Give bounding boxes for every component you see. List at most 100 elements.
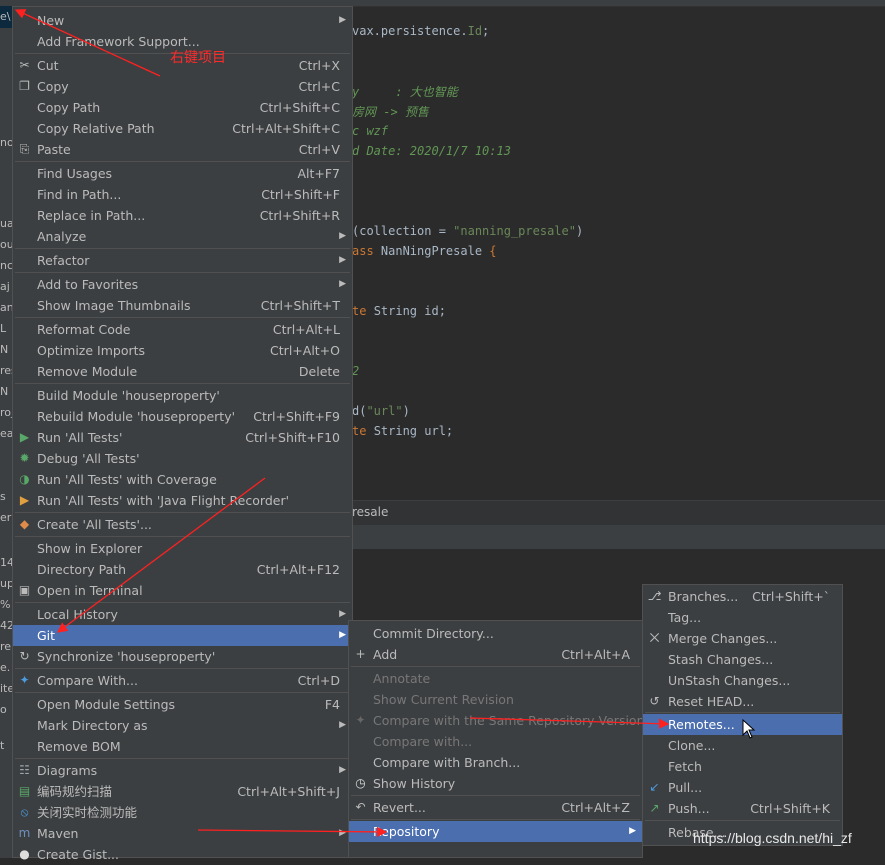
code-token: NanNingPresale bbox=[380, 244, 490, 258]
menu-item-shortcut: Ctrl+Alt+Shift+J bbox=[237, 784, 340, 799]
menu-separator bbox=[15, 758, 350, 759]
code-line: 房网 -> 预售 bbox=[352, 103, 429, 120]
menu-item-paste[interactable]: ⎘ Paste Ctrl+V bbox=[13, 139, 352, 160]
menu-item-local-history[interactable]: Local History ▶ bbox=[13, 604, 352, 625]
menu-item-label: Fetch bbox=[668, 759, 702, 774]
menu-item-rebuild-module-houseproperty[interactable]: Rebuild Module 'houseproperty' Ctrl+Shift… bbox=[13, 406, 352, 427]
menu-separator bbox=[15, 272, 350, 273]
project-tree-item[interactable]: an bbox=[0, 301, 12, 314]
project-tree-item[interactable]: ou bbox=[0, 238, 12, 251]
menu-item-reset-head[interactable]: ↺ Reset HEAD... bbox=[643, 691, 842, 712]
menu-item-add-to-favorites[interactable]: Add to Favorites ▶ bbox=[13, 274, 352, 295]
project-tree-item[interactable]: no bbox=[0, 136, 12, 149]
menu-item-pull[interactable]: ↙ Pull... bbox=[643, 777, 842, 798]
menu-item-tag[interactable]: Tag... bbox=[643, 607, 842, 628]
project-tree-item[interactable]: N bbox=[0, 343, 8, 356]
menu-item-compare-with-the-same-repository-version[interactable]: ✦ Compare with the Same Repository Versio… bbox=[349, 710, 644, 731]
submenu-arrow-icon: ▶ bbox=[339, 279, 346, 289]
project-tool-window[interactable]: e\nouaouncajanLNresNrojealser14up%42ree.… bbox=[0, 6, 12, 858]
menu-item-replace-in-path[interactable]: Replace in Path... Ctrl+Shift+R bbox=[13, 205, 352, 226]
menu-item-new[interactable]: New ▶ bbox=[13, 10, 352, 31]
menu-item-reformat-code[interactable]: Reformat Code Ctrl+Alt+L bbox=[13, 319, 352, 340]
menu-item-compare-with[interactable]: ✦ Compare With... Ctrl+D bbox=[13, 670, 352, 691]
submenu-arrow-icon: ▶ bbox=[339, 231, 346, 241]
menu-item-run-all-tests-with-coverage[interactable]: ◑ Run 'All Tests' with Coverage bbox=[13, 469, 352, 490]
project-tree-item[interactable]: L bbox=[0, 322, 6, 335]
menu-item-shortcut: Alt+F7 bbox=[297, 166, 340, 181]
menu-item-refactor[interactable]: Refactor ▶ bbox=[13, 250, 352, 271]
menu-item-remove-bom[interactable]: Remove BOM bbox=[13, 736, 352, 757]
menu-item-merge-changes[interactable]: ⨉ Merge Changes... bbox=[643, 628, 842, 649]
project-tree-item[interactable]: s bbox=[0, 490, 6, 503]
menu-item-label: Show in Explorer bbox=[37, 541, 143, 556]
menu-item-copy[interactable]: ❐ Copy Ctrl+C bbox=[13, 76, 352, 97]
menu-item-label: New bbox=[37, 13, 65, 28]
menu-item-copy-relative-path[interactable]: Copy Relative Path Ctrl+Alt+Shift+C bbox=[13, 118, 352, 139]
project-tree-item[interactable]: % bbox=[0, 598, 10, 611]
menu-item-git[interactable]: Git ▶ bbox=[13, 625, 352, 646]
menu-item-maven[interactable]: m Maven ▶ bbox=[13, 823, 352, 844]
submenu-arrow-icon: ▶ bbox=[629, 826, 636, 836]
project-tree-item[interactable]: 42 bbox=[0, 619, 12, 632]
branch-icon: ⎇ bbox=[647, 589, 662, 603]
menu-item-find-in-path[interactable]: Find in Path... Ctrl+Shift+F bbox=[13, 184, 352, 205]
project-tree-item[interactable]: t bbox=[0, 739, 4, 752]
menu-item-item[interactable]: ▤ 编码规约扫描 Ctrl+Alt+Shift+J bbox=[13, 781, 352, 802]
breadcrumb[interactable]: resale bbox=[352, 505, 388, 519]
menu-item-label: Directory Path bbox=[37, 562, 127, 577]
project-tree-item[interactable]: nc bbox=[0, 259, 12, 272]
project-tree-item[interactable]: e. bbox=[0, 661, 10, 674]
menu-item-open-in-terminal[interactable]: ▣ Open in Terminal bbox=[13, 580, 352, 601]
project-tree-item[interactable]: N bbox=[0, 385, 8, 398]
project-tree-item[interactable]: eal bbox=[0, 427, 12, 440]
menu-item-push[interactable]: ↗ Push... Ctrl+Shift+K bbox=[643, 798, 842, 819]
menu-item-commit-directory[interactable]: Commit Directory... bbox=[349, 623, 642, 644]
project-tree-item[interactable]: er bbox=[0, 511, 11, 524]
menu-item-optimize-imports[interactable]: Optimize Imports Ctrl+Alt+O bbox=[13, 340, 352, 361]
menu-item-run-all-tests[interactable]: ▶ Run 'All Tests' Ctrl+Shift+F10 bbox=[13, 427, 352, 448]
project-tree-item[interactable]: re bbox=[0, 640, 11, 653]
menu-item-branches[interactable]: ⎇ Branches... Ctrl+Shift+` bbox=[643, 586, 842, 607]
menu-item-diagrams[interactable]: ☷ Diagrams ▶ bbox=[13, 760, 352, 781]
menu-item-add[interactable]: + Add Ctrl+Alt+A bbox=[349, 644, 642, 665]
project-tree-item[interactable]: roj bbox=[0, 406, 12, 419]
menu-item-fetch[interactable]: Fetch bbox=[643, 756, 842, 777]
menu-item-analyze[interactable]: Analyze ▶ bbox=[13, 226, 352, 247]
menu-item-open-module-settings[interactable]: Open Module Settings F4 bbox=[13, 694, 352, 715]
menu-item-compare-with[interactable]: Compare with... bbox=[349, 731, 642, 752]
menu-item-compare-with-branch[interactable]: Compare with Branch... bbox=[349, 752, 642, 773]
menu-item-label: Pull... bbox=[668, 780, 703, 795]
code-line: vax.persistence.Id; bbox=[352, 24, 489, 38]
menu-item-create-gist[interactable]: ● Create Gist... bbox=[13, 844, 352, 865]
project-tree-item[interactable]: o bbox=[0, 703, 7, 716]
menu-item-directory-path[interactable]: Directory Path Ctrl+Alt+F12 bbox=[13, 559, 352, 580]
menu-item-copy-path[interactable]: Copy Path Ctrl+Shift+C bbox=[13, 97, 352, 118]
menu-item-mark-directory-as[interactable]: Mark Directory as ▶ bbox=[13, 715, 352, 736]
project-tree-item[interactable]: aj bbox=[0, 280, 10, 293]
menu-item-find-usages[interactable]: Find Usages Alt+F7 bbox=[13, 163, 352, 184]
menu-item-show-current-revision[interactable]: Show Current Revision bbox=[349, 689, 642, 710]
project-tree-item[interactable]: ite bbox=[0, 682, 12, 695]
project-tree-item[interactable]: ua bbox=[0, 217, 12, 230]
menu-item-show-in-explorer[interactable]: Show in Explorer bbox=[13, 538, 352, 559]
project-tree-item[interactable]: up bbox=[0, 577, 12, 590]
project-tree-item[interactable]: e\ bbox=[0, 10, 10, 23]
menu-item-create-all-tests[interactable]: ◆ Create 'All Tests'... bbox=[13, 514, 352, 535]
menu-item-label: Analyze bbox=[37, 229, 87, 244]
project-tree-item[interactable]: 14 bbox=[0, 556, 12, 569]
menu-item-show-history[interactable]: ◷ Show History bbox=[349, 773, 642, 794]
menu-item-show-image-thumbnails[interactable]: Show Image Thumbnails Ctrl+Shift+T bbox=[13, 295, 352, 316]
menu-item-shortcut: Ctrl+Shift+F10 bbox=[245, 430, 340, 445]
menu-item-revert[interactable]: ↶ Revert... Ctrl+Alt+Z bbox=[349, 797, 642, 818]
menu-item-run-all-tests-with-java-flight-recorder[interactable]: ▶ Run 'All Tests' with 'Java Flight Recor… bbox=[13, 490, 352, 511]
menu-item-unstash-changes[interactable]: UnStash Changes... bbox=[643, 670, 842, 691]
menu-item-annotate[interactable]: Annotate bbox=[349, 668, 642, 689]
menu-item-synchronize-houseproperty[interactable]: ↻ Synchronize 'houseproperty' bbox=[13, 646, 352, 667]
menu-item-repository[interactable]: Repository ▶ bbox=[349, 821, 642, 842]
menu-item-build-module-houseproperty[interactable]: Build Module 'houseproperty' bbox=[13, 385, 352, 406]
menu-item-item[interactable]: ⦸ 关闭实时检测功能 bbox=[13, 802, 352, 823]
menu-item-stash-changes[interactable]: Stash Changes... bbox=[643, 649, 842, 670]
menu-item-remove-module[interactable]: Remove Module Delete bbox=[13, 361, 352, 382]
project-tree-item[interactable]: res bbox=[0, 364, 12, 377]
menu-item-debug-all-tests[interactable]: ✹ Debug 'All Tests' bbox=[13, 448, 352, 469]
